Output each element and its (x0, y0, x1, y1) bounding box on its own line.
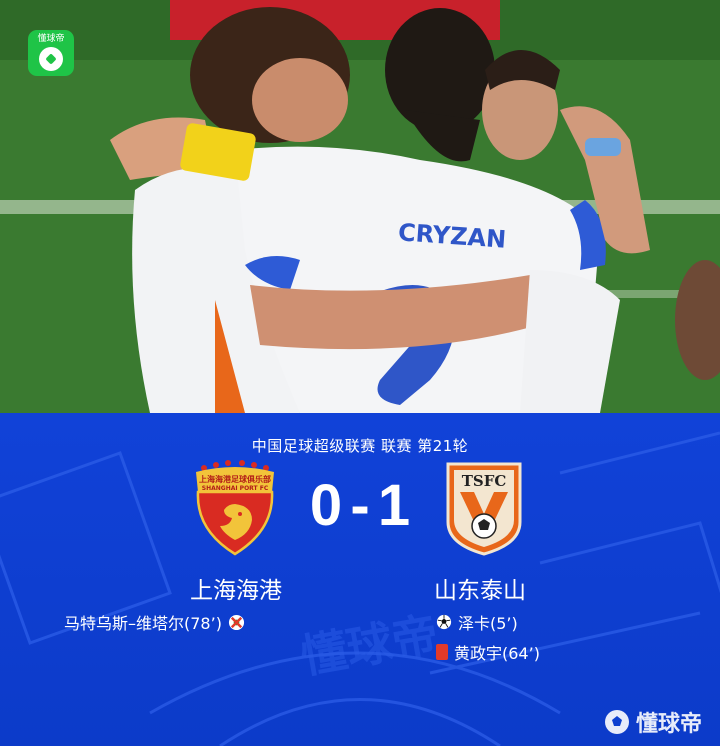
own-goal-icon (228, 614, 244, 630)
pitch-lines-background: 懂球帝 (0, 431, 720, 746)
home-score: 0 (309, 473, 343, 538)
scoreboard-panel: 懂球帝 中国足球超级联赛 联赛 第21轮 上海海港足球俱乐部 SHANGHAI … (0, 413, 720, 746)
app-badge-label: 懂球帝 (37, 34, 65, 44)
app-logo-badge[interactable]: 懂球帝 (28, 30, 74, 76)
svg-text:上海海港足球俱乐部: 上海海港足球俱乐部 (199, 474, 271, 484)
football-icon (39, 47, 63, 71)
shanghai-port-logo-icon[interactable]: 上海海港足球俱乐部 SHANGHAI PORT FC (190, 460, 280, 556)
event-player-label: 泽卡(5’) (458, 614, 518, 633)
match-photo: CRYZAN 懂球帝 (0, 0, 720, 413)
away-event-red-card: 黄政宇(64’) (436, 640, 540, 664)
event-player-label: 黄政宇(64’) (454, 644, 540, 663)
svg-text:懂球帝: 懂球帝 (297, 607, 442, 684)
score-separator: - (350, 473, 370, 538)
shandong-taishan-logo-icon[interactable]: TSFC (444, 460, 524, 556)
svg-text:TSFC: TSFC (462, 472, 507, 490)
watermark-football-icon (604, 710, 629, 734)
away-score: 1 (377, 473, 411, 538)
football-goal-icon (436, 614, 452, 630)
event-player-label: 马特乌斯–维塔尔(78’) (64, 614, 222, 633)
red-card-icon (436, 644, 448, 660)
watermark: 懂球帝 (604, 706, 702, 738)
away-event-goal: 泽卡(5’) (436, 610, 518, 634)
away-team-name[interactable]: 山东泰山 (390, 571, 570, 605)
watermark-text: 懂球帝 (635, 712, 702, 737)
celebration-illustration (0, 0, 720, 413)
home-team-name[interactable]: 上海海港 (146, 571, 326, 605)
home-event-own-goal: 马特乌斯–维塔尔(78’) (64, 610, 245, 634)
competition-title: 中国足球超级联赛 联赛 第21轮 (251, 437, 469, 455)
